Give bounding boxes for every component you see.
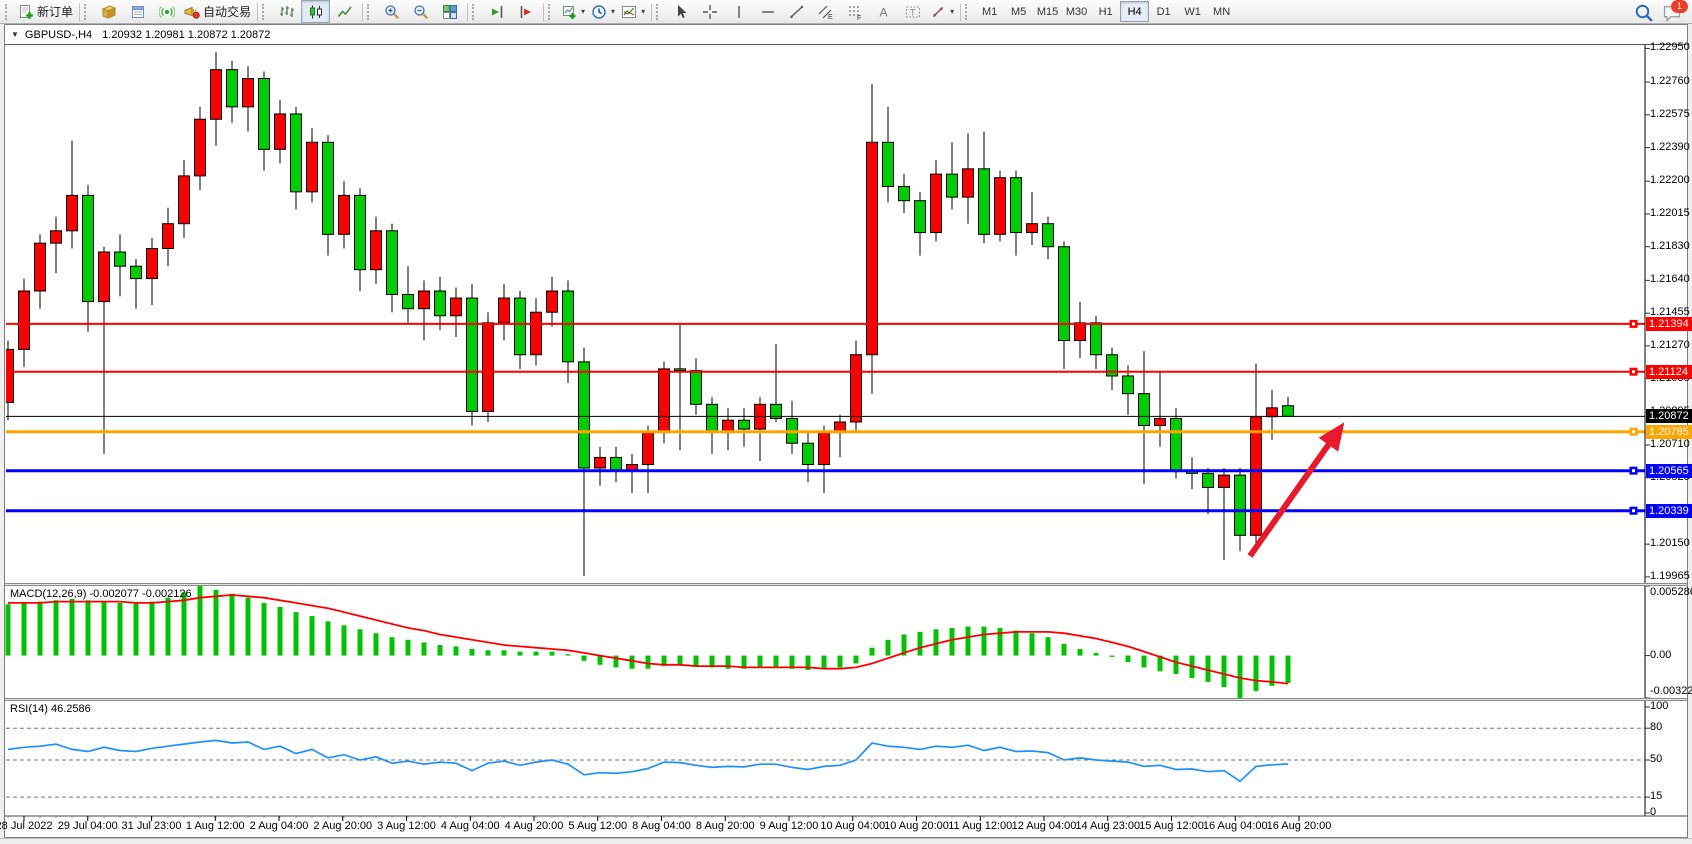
collapse-icon[interactable]: ▼ [11,30,19,39]
time-axis-label: 2 Aug 20:00 [313,820,372,832]
rsi-panel-separator[interactable] [5,698,1687,701]
status-bar [0,838,1692,844]
macd-tick-label: 0.00 [1650,649,1671,661]
chart-title-bar: ▼ GBPUSD-,H4 1.20932 1.20981 1.20872 1.2… [5,25,1687,45]
macd-panel-separator[interactable] [5,583,1687,586]
time-axis-label: 1 Aug 12:00 [186,820,245,832]
time-axis-label: 4 Aug 04:00 [441,820,500,832]
price-badge-1.20565: 1.20565 [1646,464,1692,478]
price-tick-label: 1.21270 [1650,339,1690,351]
time-axis-label: 28 Jul 2022 [0,820,52,832]
time-axis-label: 5 Aug 12:00 [568,820,627,832]
price-tick-label: 1.21830 [1650,240,1690,252]
rsi-tick-label: 80 [1650,721,1662,733]
chart-symbol-period: GBPUSD-,H4 [25,29,92,41]
price-tick-label: 1.22390 [1650,141,1690,153]
time-axis-label: 29 Jul 04:00 [58,820,118,832]
price-badge-1.20339: 1.20339 [1646,504,1692,518]
time-axis-label: 15 Aug 12:00 [1139,820,1204,832]
time-axis-label: 2 Aug 04:00 [250,820,309,832]
price-badge-1.20785: 1.20785 [1646,425,1692,439]
time-axis-label: 8 Aug 04:00 [632,820,691,832]
chart-ohlc-values: 1.20932 1.20981 1.20872 1.20872 [102,29,270,41]
time-axis-label: 3 Aug 12:00 [377,820,436,832]
rsi-indicator-label: RSI(14) 46.2586 [10,703,91,715]
time-axis-label: 8 Aug 20:00 [696,820,755,832]
time-axis-label: 9 Aug 12:00 [760,820,819,832]
macd-tick-label: 0.005286 [1650,586,1692,598]
time-axis-label: 4 Aug 20:00 [505,820,564,832]
macd-indicator-label: MACD(12,26,9) -0.002077 -0.002126 [10,588,192,600]
price-tick-label: 1.22015 [1650,207,1690,219]
price-tick-label: 1.22760 [1650,75,1690,87]
time-axis-label: 16 Aug 04:00 [1203,820,1268,832]
rsi-tick-label: 15 [1650,790,1662,802]
price-tick-label: 1.22200 [1650,174,1690,186]
time-axis-label: 16 Aug 20:00 [1267,820,1332,832]
rsi-tick-label: 50 [1650,753,1662,765]
price-badge-1.21124: 1.21124 [1646,365,1692,379]
macd-tick-label: -0.003223 [1650,685,1692,697]
time-axis-label: 12 Aug 04:00 [1012,820,1077,832]
price-tick-label: 1.20710 [1650,438,1690,450]
price-badge-1.21394: 1.21394 [1646,317,1692,331]
price-tick-label: 1.20150 [1650,537,1690,549]
time-axis-label: 11 Aug 12:00 [948,820,1012,832]
time-axis-label: 14 Aug 23:00 [1075,820,1140,832]
price-badge-1.20872: 1.20872 [1646,409,1692,423]
chart-canvas[interactable] [0,0,1692,844]
rsi-tick-label: 0 [1650,806,1656,818]
time-axis-label: 31 Jul 23:00 [122,820,182,832]
time-axis-label: 10 Aug 04:00 [820,820,885,832]
price-tick-label: 1.22950 [1650,41,1690,53]
rsi-tick-label: 100 [1650,700,1668,712]
price-tick-label: 1.19965 [1650,570,1690,582]
price-tick-label: 1.22575 [1650,108,1690,120]
mt4-window: 新订单自动交易▾▾▾EFAT▾M1M5M15M30H1H4D1W1MN1 ▼ G… [0,0,1692,844]
price-tick-label: 1.21640 [1650,273,1690,285]
time-axis-label: 10 Aug 20:00 [884,820,949,832]
